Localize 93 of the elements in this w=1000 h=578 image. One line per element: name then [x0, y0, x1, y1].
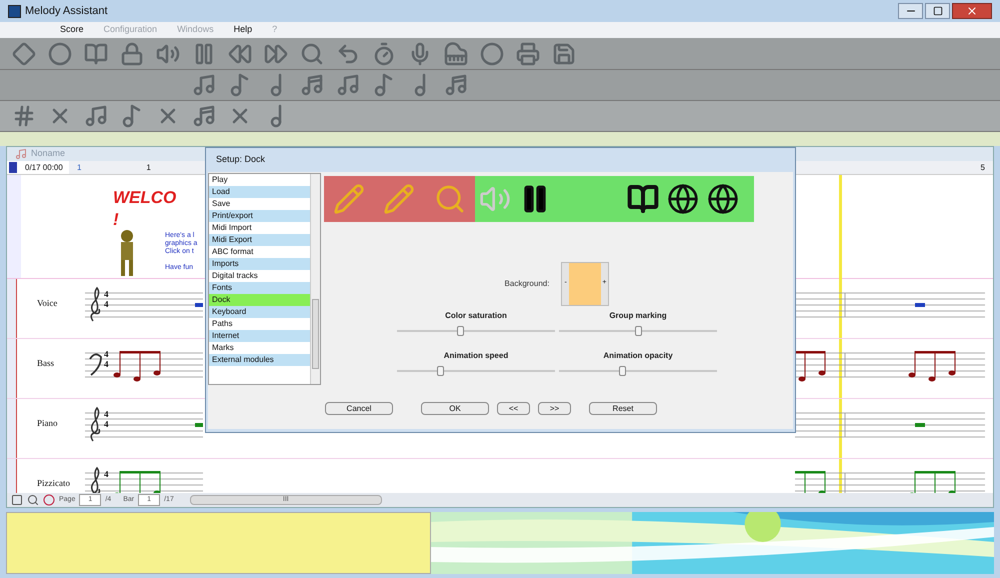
pencil-icon [333, 182, 366, 214]
slider[interactable] [559, 326, 717, 336]
dialog-button[interactable]: >> [538, 402, 571, 414]
slider-label: Animation opacity [603, 350, 673, 362]
note-icon[interactable] [336, 73, 360, 97]
background-swatch [568, 262, 601, 304]
category-item[interactable]: Digital tracks [209, 270, 310, 282]
time-signature: 4 [104, 288, 108, 298]
record-icon[interactable] [480, 42, 504, 66]
close-button[interactable] [952, 3, 992, 19]
category-item[interactable]: Load [209, 186, 310, 198]
book-icon [627, 182, 659, 214]
background-label: Background: [504, 278, 550, 290]
play-marker-icon[interactable] [9, 162, 17, 173]
save-icon[interactable] [552, 42, 576, 66]
rewind-icon[interactable] [228, 42, 252, 66]
category-item[interactable]: Internet [209, 330, 310, 342]
slider-thumb[interactable] [619, 366, 626, 376]
maximize-icon [932, 6, 942, 16]
bar-marker[interactable]: 1 [77, 162, 82, 174]
diamond-icon[interactable] [12, 42, 36, 66]
track-name: Piano [37, 416, 58, 430]
book-icon[interactable] [84, 42, 108, 66]
zoom-icon[interactable] [27, 494, 39, 506]
track-name: Bass [37, 356, 54, 370]
scrollbar[interactable] [310, 174, 320, 384]
speaker-icon[interactable] [156, 42, 180, 66]
fast-forward-icon[interactable] [264, 42, 288, 66]
printer-icon[interactable] [516, 42, 540, 66]
time-signature: 4 [104, 468, 108, 478]
category-item[interactable]: Imports [209, 258, 310, 270]
note-icon[interactable] [192, 104, 216, 128]
category-item[interactable]: External modules [209, 354, 310, 366]
category-item[interactable]: Fonts [209, 282, 310, 294]
window-title: Melody Assistant [25, 4, 108, 19]
ruler-label: 1 [146, 162, 151, 174]
note-icon[interactable] [192, 73, 216, 97]
slider-label: Group marking [609, 310, 667, 322]
time-signature: 4 [104, 348, 108, 358]
dialog-button[interactable]: Cancel [325, 402, 393, 414]
welcome-title: WELCO [113, 187, 178, 209]
time-signature: 4 [104, 408, 108, 418]
search-icon [434, 182, 466, 214]
metronome-icon[interactable] [372, 42, 396, 66]
slider[interactable] [559, 366, 717, 376]
window-title: Noname [31, 147, 66, 160]
note-icon[interactable] [84, 104, 108, 128]
page-icon[interactable] [11, 494, 23, 506]
globe-icon [667, 182, 699, 214]
dialog-button[interactable]: << [497, 402, 530, 414]
category-item[interactable]: Dock [209, 294, 310, 306]
track-name: Pizzicato [37, 476, 70, 490]
search-icon[interactable] [300, 42, 324, 66]
ruler-label: 5 [980, 162, 985, 174]
dialog-button[interactable]: OK [421, 402, 489, 414]
menu-item[interactable]: Help [234, 23, 252, 37]
slider-thumb[interactable] [436, 366, 444, 376]
category-item[interactable]: Print/export [209, 210, 310, 222]
track-name: Voice [37, 296, 58, 310]
note-icon[interactable] [300, 73, 324, 97]
slider[interactable] [397, 326, 555, 336]
category-item[interactable]: Marks [209, 342, 310, 354]
category-item[interactable]: ABC format [209, 246, 310, 258]
slider-label: Animation speed [444, 350, 508, 362]
dialog-button[interactable]: Reset [589, 402, 657, 414]
welcome-exclaim: ! [113, 210, 120, 228]
category-item[interactable]: Save [209, 198, 310, 210]
slider-thumb[interactable] [457, 326, 464, 336]
category-item[interactable]: Midi Import [209, 222, 310, 234]
slider-label: Color saturation [445, 310, 507, 322]
menu-item[interactable]: Score [60, 23, 84, 37]
slider[interactable] [397, 366, 555, 376]
category-item[interactable]: Midi Export [209, 234, 310, 246]
time-signature: 4 [104, 358, 108, 368]
category-item[interactable]: Keyboard [209, 306, 310, 318]
sharp-icon[interactable] [12, 104, 36, 128]
lock-icon[interactable] [120, 42, 144, 66]
globe-icon [707, 182, 739, 214]
app-icon [8, 4, 21, 18]
category-item[interactable]: Paths [209, 318, 310, 330]
time-signature: 4 [104, 418, 108, 428]
circle-icon[interactable] [48, 42, 72, 66]
music-icon [15, 148, 27, 160]
time-signature: 4 [104, 298, 108, 308]
maximize-button[interactable] [925, 3, 950, 19]
slider-thumb[interactable] [635, 326, 642, 336]
keyboard-icon[interactable] [444, 42, 468, 66]
pencil-icon [383, 182, 416, 214]
undo-icon[interactable] [336, 42, 360, 66]
time-position: 0/17 00:00 [24, 162, 64, 174]
dialog-title: Setup: Dock [215, 153, 266, 166]
note-icon[interactable] [444, 73, 468, 97]
close-icon [966, 5, 978, 17]
